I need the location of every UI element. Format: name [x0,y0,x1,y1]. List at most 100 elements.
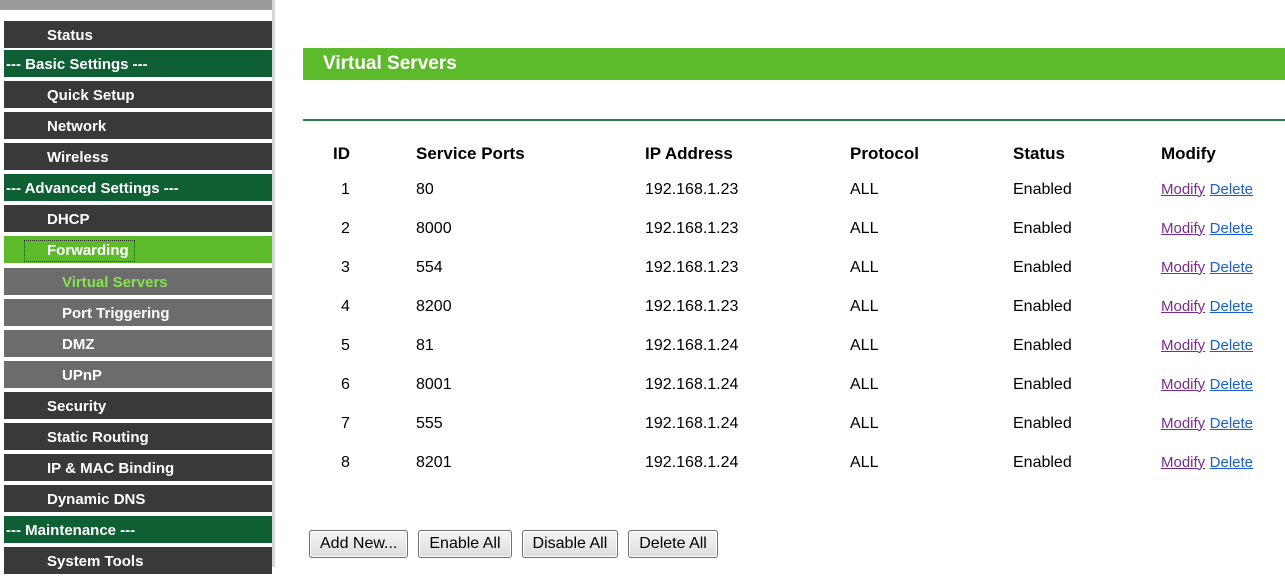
table-header-row: ID Service Ports IP Address Protocol Sta… [303,138,1285,170]
sidebar-item-label: Static Routing [47,429,149,446]
cell-service-port: 8201 [416,453,452,471]
cell-service-port: 81 [416,336,434,354]
modify-link[interactable]: Modify [1161,298,1205,315]
cell-ip-address: 192.168.1.24 [645,453,739,471]
delete-link[interactable]: Delete [1210,298,1253,315]
cell-actions: Modify Delete [1161,287,1285,326]
cell-actions: Modify Delete [1161,404,1285,443]
sidebar-item-network[interactable]: Network [4,112,272,141]
modify-link[interactable]: Modify [1161,259,1205,276]
page-title: Virtual Servers [323,53,457,74]
cell-id: 3 [341,258,350,276]
page-header: Virtual Servers [303,48,1285,80]
sidebar-item-label: Dynamic DNS [47,491,146,508]
cell-status: Enabled [1013,258,1072,276]
sidebar-item-advanced-settings: --- Advanced Settings --- [4,174,272,203]
cell-id: 7 [341,414,350,432]
cell-actions: Modify Delete [1161,443,1285,482]
sidebar-item-quick-setup[interactable]: Quick Setup [4,81,272,110]
cell-status: Enabled [1013,414,1072,432]
sidebar-item-label: DMZ [62,336,95,353]
cell-id: 8 [341,453,350,471]
sidebar-item-system-tools[interactable]: System Tools [4,547,272,576]
cell-service-port: 554 [416,258,443,276]
cell-id: 1 [341,180,350,198]
column-header-protocol: Protocol [850,144,919,163]
column-header-status: Status [1013,144,1065,163]
modify-link[interactable]: Modify [1161,220,1205,237]
sidebar-item-label: UPnP [62,367,103,384]
sidebar-item-upnp[interactable]: UPnP [4,361,272,390]
table-row: 4 8200 192.168.1.23 ALL Enabled Modify Delete [303,287,1285,326]
delete-link[interactable]: Delete [1210,337,1253,354]
cell-protocol: ALL [850,219,879,237]
sidebar-item-label: --- Maintenance --- [6,522,136,539]
sidebar-item-ip-mac-binding[interactable]: IP & MAC Binding [4,454,272,483]
cell-protocol: ALL [850,414,879,432]
cell-protocol: ALL [850,453,879,471]
add-new-button[interactable]: Add New... [309,530,409,558]
delete-link[interactable]: Delete [1210,181,1253,198]
cell-id: 4 [341,297,350,315]
sidebar-item-static-routing[interactable]: Static Routing [4,423,272,452]
sidebar-item-port-triggering[interactable]: Port Triggering [4,299,272,328]
cell-actions: Modify Delete [1161,209,1285,248]
cell-service-port: 8000 [416,219,452,237]
disable-all-button[interactable]: Disable All [521,530,619,558]
table-row: 7 555 192.168.1.24 ALL Enabled Modify Delete [303,404,1285,443]
sidebar-item-security[interactable]: Security [4,392,272,421]
sidebar-item-status[interactable]: Status [4,21,272,50]
cell-service-port: 8200 [416,297,452,315]
delete-link[interactable]: Delete [1210,259,1253,276]
cell-status: Enabled [1013,375,1072,393]
modify-link[interactable]: Modify [1161,337,1205,354]
sidebar-item-label: System Tools [47,553,144,570]
modify-link[interactable]: Modify [1161,376,1205,393]
cell-ip-address: 192.168.1.24 [645,375,739,393]
table-row: 3 554 192.168.1.23 ALL Enabled Modify Delete [303,248,1285,287]
sidebar-item-dynamic-dns[interactable]: Dynamic DNS [4,485,272,514]
sidebar-item-wireless[interactable]: Wireless [4,143,272,172]
table-divider [303,119,1285,121]
cell-actions: Modify Delete [1161,326,1285,365]
sidebar-item-dhcp[interactable]: DHCP [4,205,272,234]
cell-ip-address: 192.168.1.23 [645,297,739,315]
table-row: 5 81 192.168.1.24 ALL Enabled Modify Delete [303,326,1285,365]
sidebar-item-virtual-servers[interactable]: Virtual Servers [4,268,272,297]
cell-actions: Modify Delete [1161,248,1285,287]
sidebar-item-label: --- Advanced Settings --- [6,180,179,197]
cell-protocol: ALL [850,180,879,198]
modify-link[interactable]: Modify [1161,181,1205,198]
sidebar-item-forwarding[interactable]: Forwarding [4,236,272,265]
sidebar-item-label: IP & MAC Binding [47,460,175,477]
delete-link[interactable]: Delete [1210,454,1253,471]
table-row: 1 80 192.168.1.23 ALL Enabled Modify Delete [303,170,1285,209]
enable-all-button[interactable]: Enable All [418,530,512,558]
cell-status: Enabled [1013,453,1072,471]
cell-protocol: ALL [850,297,879,315]
cell-service-port: 8001 [416,375,452,393]
delete-link[interactable]: Delete [1210,220,1253,237]
cell-service-port: 80 [416,180,434,198]
column-header-modify: Modify [1161,144,1216,163]
cell-protocol: ALL [850,336,879,354]
sidebar-top-strip [0,0,275,10]
cell-status: Enabled [1013,180,1072,198]
cell-protocol: ALL [850,375,879,393]
column-header-service-ports: Service Ports [416,144,525,163]
sidebar-item-label: Virtual Servers [62,274,168,291]
cell-status: Enabled [1013,219,1072,237]
modify-link[interactable]: Modify [1161,415,1205,432]
cell-ip-address: 192.168.1.23 [645,258,739,276]
delete-link[interactable]: Delete [1210,415,1253,432]
modify-link[interactable]: Modify [1161,454,1205,471]
cell-actions: Modify Delete [1161,170,1285,209]
delete-link[interactable]: Delete [1210,376,1253,393]
cell-actions: Modify Delete [1161,365,1285,404]
virtual-servers-table: ID Service Ports IP Address Protocol Sta… [303,138,1285,482]
sidebar-item-dmz[interactable]: DMZ [4,330,272,359]
cell-ip-address: 192.168.1.23 [645,180,739,198]
cell-status: Enabled [1013,336,1072,354]
delete-all-button[interactable]: Delete All [628,530,718,558]
table-row: 6 8001 192.168.1.24 ALL Enabled Modify Delete [303,365,1285,404]
